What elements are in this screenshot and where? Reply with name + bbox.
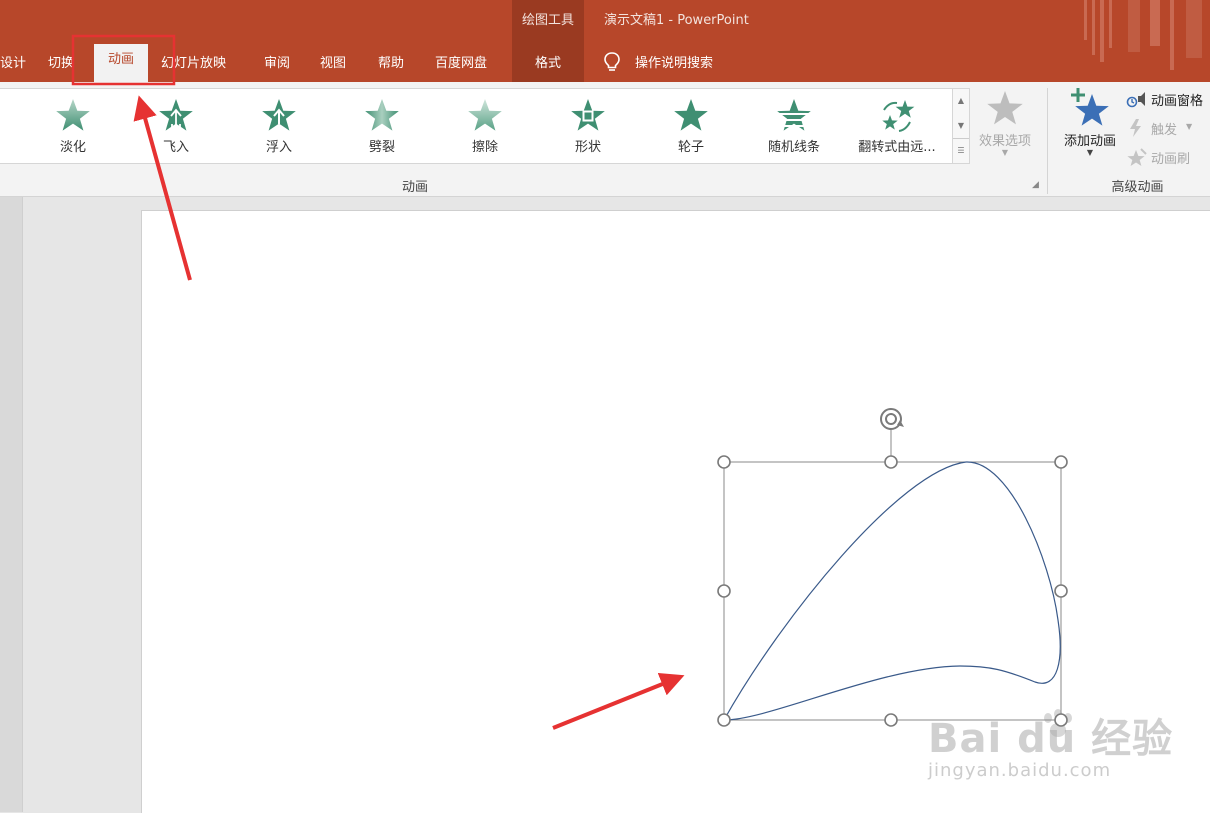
animation-pane-button[interactable]: 动画窗格 xyxy=(1126,88,1210,110)
animation-split-label: 劈裂 xyxy=(368,140,395,155)
animation-random-bars[interactable]: 随机线条 xyxy=(744,96,844,160)
watermark-brand: Bai du 经验 xyxy=(928,716,1174,762)
resize-handle-top[interactable] xyxy=(884,455,898,469)
animation-pane-icon xyxy=(1126,92,1145,108)
tab-baidu-netdisk[interactable]: 百度网盘 xyxy=(435,52,487,71)
chevron-down-icon: ▼ xyxy=(1001,148,1009,157)
float-in-star-icon xyxy=(262,99,296,131)
resize-handle-top-right[interactable] xyxy=(1054,455,1068,469)
animation-float-in[interactable]: 浮入 xyxy=(229,96,329,160)
tab-review[interactable]: 审阅 xyxy=(264,52,290,71)
tab-animations[interactable]: 动画 xyxy=(94,44,148,82)
wipe-star-icon xyxy=(468,99,502,131)
add-animation-label: 添加动画 xyxy=(1063,134,1116,149)
animation-painter-button[interactable]: 动画刷 xyxy=(1126,146,1210,168)
tab-format[interactable]: 格式 xyxy=(512,52,584,71)
tab-transitions[interactable]: 切换 xyxy=(48,52,74,71)
grow-turn-stars-icon xyxy=(882,100,915,132)
tell-me-search[interactable]: 操作说明搜索 xyxy=(635,52,713,71)
animation-fade[interactable]: 淡化 xyxy=(23,96,123,160)
group-label-advanced-animation: 高级动画 xyxy=(1111,180,1164,195)
animation-fly-in[interactable]: 飞入 xyxy=(126,96,226,160)
resize-handle-bottom[interactable] xyxy=(884,713,898,727)
watermark-url: jingyan.baidu.com xyxy=(928,760,1112,781)
resize-handle-bottom-right[interactable] xyxy=(1054,713,1068,727)
animation-shape-label: 形状 xyxy=(574,140,601,155)
effect-options-star-icon xyxy=(987,91,1023,125)
trigger-button[interactable]: 触发 ▼ xyxy=(1126,117,1210,139)
tab-view[interactable]: 视图 xyxy=(320,52,346,71)
animation-fade-label: 淡化 xyxy=(59,140,86,155)
tab-help[interactable]: 帮助 xyxy=(378,52,404,71)
fly-in-star-icon xyxy=(159,99,193,132)
resize-handle-bottom-left[interactable] xyxy=(717,713,731,727)
animation-fly-in-label: 飞入 xyxy=(162,140,189,155)
animation-pane-label: 动画窗格 xyxy=(1151,94,1204,109)
animation-wipe-label: 擦除 xyxy=(471,140,498,155)
effect-options-button[interactable]: 效果选项 ▼ xyxy=(972,88,1042,168)
resize-handle-left[interactable] xyxy=(717,584,731,598)
lightning-icon xyxy=(1130,119,1141,137)
effect-options-label: 效果选项 xyxy=(978,134,1031,149)
add-animation-button[interactable]: 添加动画 ▼ xyxy=(1056,88,1126,168)
fade-star-icon xyxy=(56,99,90,131)
split-star-icon xyxy=(365,99,399,131)
animation-wipe[interactable]: 擦除 xyxy=(435,96,535,160)
animation-grow-turn[interactable]: 翻转式由远... xyxy=(847,96,947,160)
resize-handle-top-left[interactable] xyxy=(717,455,731,469)
wheel-star-icon xyxy=(674,99,708,131)
dialog-launcher-icon[interactable]: ◢ xyxy=(1032,180,1039,190)
animation-painter-icon xyxy=(1127,148,1147,166)
animation-wheel-label: 轮子 xyxy=(677,140,704,155)
chevron-down-icon: ▼ xyxy=(1186,122,1193,131)
chevron-down-icon: ▼ xyxy=(1086,148,1094,157)
animation-split[interactable]: 劈裂 xyxy=(332,96,432,160)
trigger-label: 触发 xyxy=(1151,123,1178,138)
animation-wheel[interactable]: 轮子 xyxy=(641,96,741,160)
animation-painter-label: 动画刷 xyxy=(1151,152,1191,167)
tab-design[interactable]: 设计 xyxy=(0,52,26,71)
animation-random-bars-label: 随机线条 xyxy=(767,140,820,155)
group-divider xyxy=(1047,88,1048,194)
animation-float-in-label: 浮入 xyxy=(265,140,292,155)
animation-grow-turn-label: 翻转式由远... xyxy=(858,140,936,155)
title-decoration-icon xyxy=(1084,0,1202,70)
group-label-animation: 动画 xyxy=(401,180,428,195)
gallery-scroll-up-icon[interactable]: ▲ xyxy=(953,89,969,113)
animation-shape[interactable]: 形状 xyxy=(538,96,638,160)
gallery-more-icon[interactable]: ☰ xyxy=(953,138,969,163)
gallery-scroll-down-icon[interactable]: ▼ xyxy=(953,114,969,138)
thumbnail-pane-edge xyxy=(0,197,23,812)
shape-star-icon xyxy=(571,99,605,131)
random-bars-star-icon xyxy=(776,99,812,131)
add-animation-star-icon xyxy=(1071,88,1109,126)
lightbulb-icon[interactable] xyxy=(602,51,622,73)
resize-handle-right[interactable] xyxy=(1054,584,1068,598)
gallery-scroll: ▲ ▼ ☰ xyxy=(952,88,970,164)
window-title: 演示文稿1 - PowerPoint xyxy=(604,13,749,28)
drawing-tools-label: 绘图工具 xyxy=(521,13,574,28)
tab-slideshow[interactable]: 幻灯片放映 xyxy=(161,52,226,71)
tab-animations-label: 动画 xyxy=(107,52,134,67)
